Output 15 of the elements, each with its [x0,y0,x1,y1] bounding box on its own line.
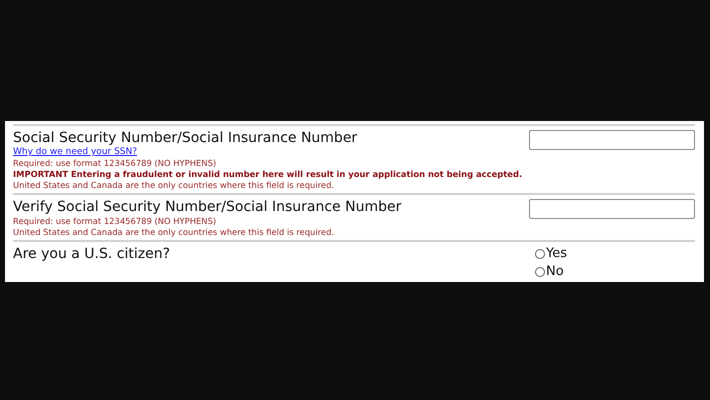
hint-text: Required: use format 123456789 (NO HYPHENS) [13,216,216,227]
warning-text: IMPORTANT Entering a fraudulent or invalid number here will result in your application not being accepted. [13,169,522,180]
hint-text: United States and Canada are the only countries where this field is required. [13,180,334,191]
input-field[interactable] [529,130,695,150]
hint-text: United States and Canada are the only countries where this field is required. [13,227,334,238]
radio-label: No [546,263,564,281]
field-label: Social Security Number/Social Insurance Number [13,129,358,147]
input-field[interactable] [529,199,695,219]
help-link[interactable]: Why do we need your SSN? [13,147,138,158]
field-label: Verify Social Security Number/Social Insurance Number [13,198,402,216]
radio-button[interactable] [535,249,545,259]
radio-button[interactable] [535,267,545,277]
field-label: Are you a U.S. citizen? [13,245,170,263]
hint-text: Required: use format 123456789 (NO HYPHENS) [13,158,216,169]
radio-label: Yes [546,245,567,263]
